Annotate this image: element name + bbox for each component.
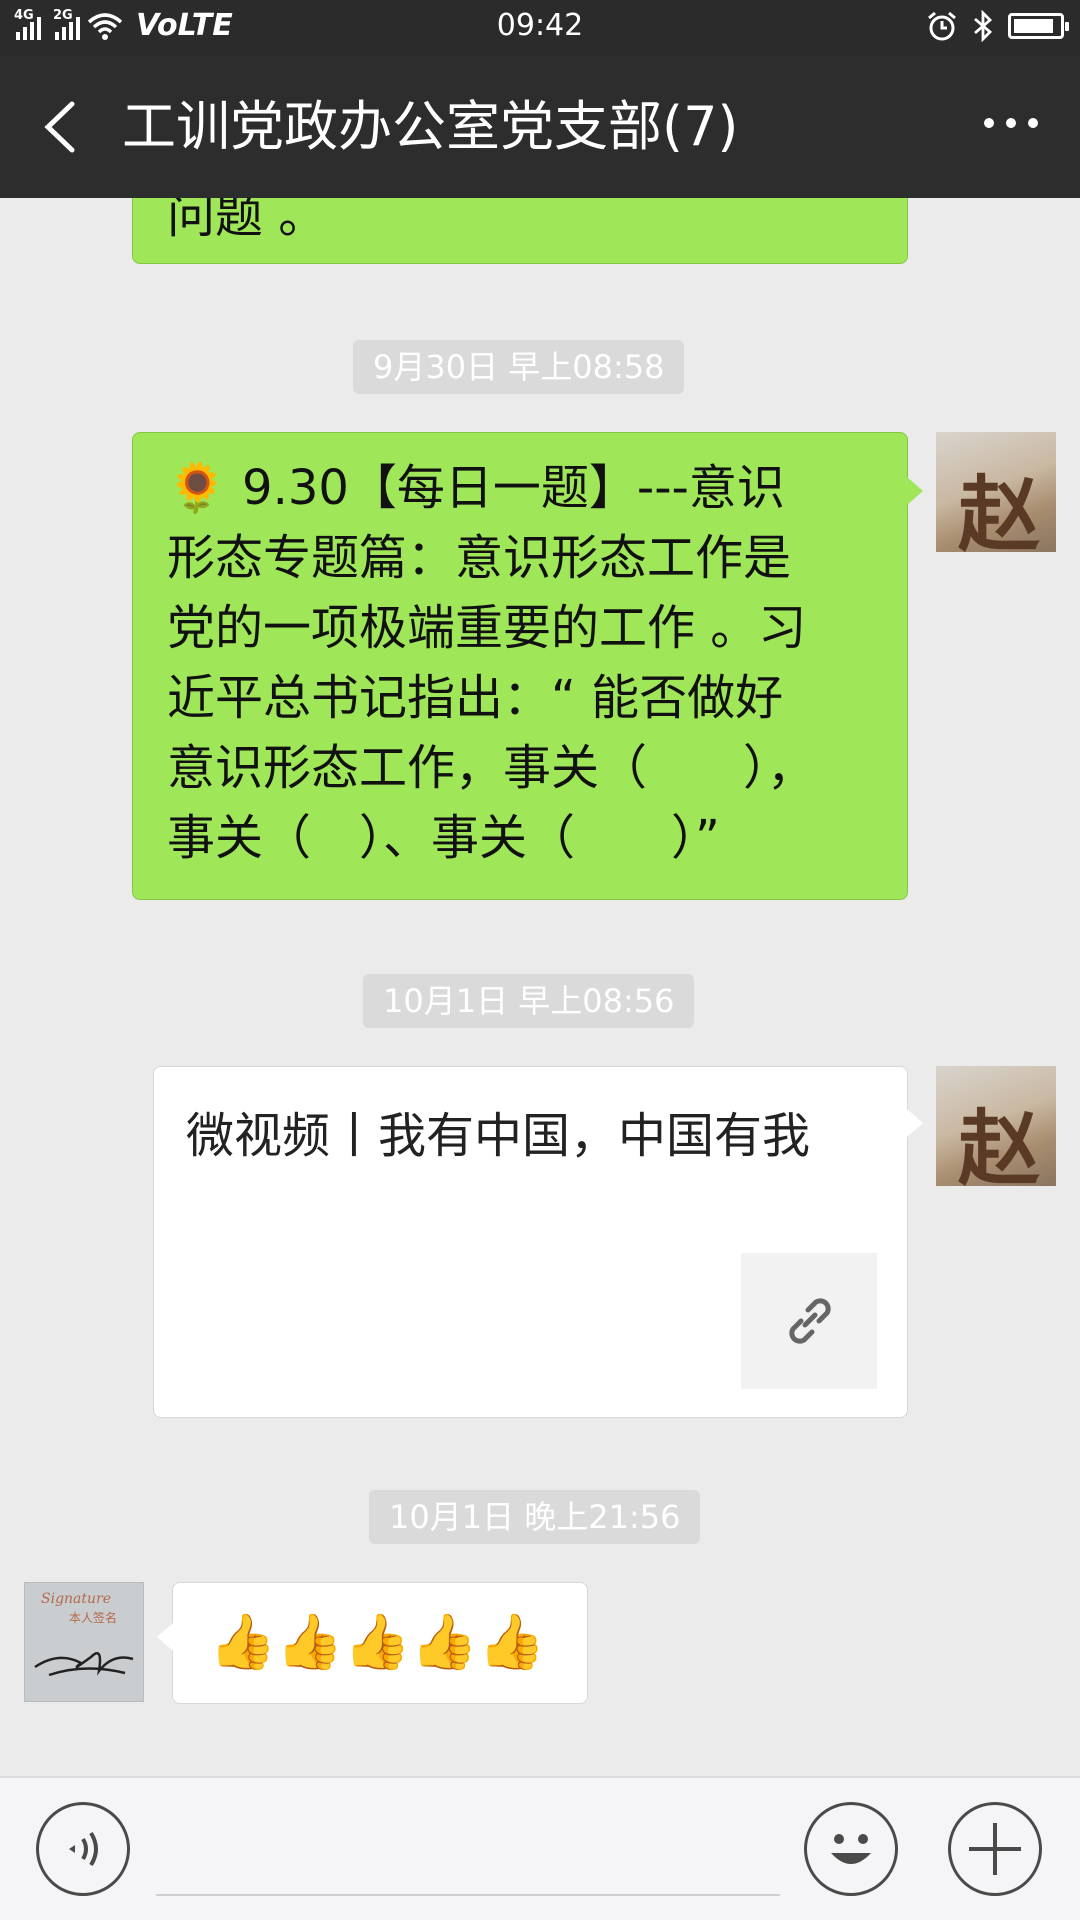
- avatar[interactable]: 赵: [936, 1066, 1056, 1186]
- more-dots-icon[interactable]: [984, 118, 1038, 128]
- plus-icon: [969, 1823, 1021, 1875]
- message-line: 意识形态工作，事关（ ），: [167, 740, 816, 796]
- timestamp: 9月30日 早上08:58: [353, 340, 685, 394]
- chat-title: 工训党政办公室党支部(7): [122, 95, 739, 158]
- link-icon: [789, 1298, 831, 1344]
- link-card[interactable]: 微视频丨我有中国，中国有我: [153, 1066, 923, 1418]
- message-line: 形态专题篇：意识形态工作是: [167, 530, 792, 586]
- alarm-icon: [928, 11, 956, 41]
- status-time: 09:42: [496, 8, 584, 43]
- plus-button[interactable]: [948, 1802, 1042, 1896]
- message-text: 问题 。: [167, 198, 327, 244]
- battery-icon: [1008, 13, 1069, 39]
- message-line: 党的一项极端重要的工作 。习: [167, 600, 807, 656]
- input-bar: [0, 1776, 1080, 1920]
- emoji-icon: [831, 1834, 871, 1864]
- message-bubble-outgoing[interactable]: 🌻 9.30【每日一题】---意识 形态专题篇：意识形态工作是 党的一项极端重要…: [132, 432, 923, 900]
- avatar-text: 赵: [958, 1101, 1041, 1186]
- bluetooth-icon: [974, 10, 993, 42]
- voice-button[interactable]: [36, 1802, 130, 1896]
- timestamp: 10月1日 早上08:56: [363, 974, 695, 1028]
- status-bar: 4G 2G VoLTE 09:42: [0, 0, 1080, 56]
- message-line: 事关（ ）、事关（ ）”: [167, 810, 720, 866]
- message-line: 近平总书记指出：“ 能否做好: [167, 670, 784, 726]
- message-bubble-incoming[interactable]: 👍👍👍👍👍: [157, 1582, 588, 1704]
- message-line: 🌻 9.30【每日一题】---意识: [167, 460, 785, 516]
- avatar-text: Signature: [41, 1591, 112, 1607]
- avatar-text: 赵: [958, 467, 1041, 552]
- avatar[interactable]: Signature 本人签名: [24, 1582, 144, 1702]
- voice-icon: [69, 1831, 98, 1867]
- link-thumbnail: [741, 1253, 877, 1389]
- status-right: [926, 10, 1069, 42]
- message-bubble-partial[interactable]: 问题 。: [132, 198, 908, 264]
- message-text: 👍👍👍👍👍: [209, 1610, 546, 1673]
- emoji-button[interactable]: [804, 1802, 898, 1896]
- message-input[interactable]: [156, 1894, 780, 1896]
- timestamp: 10月1日 晚上21:56: [369, 1490, 701, 1544]
- avatar[interactable]: 赵: [936, 432, 1056, 552]
- link-card-title: 微视频丨我有中国，中国有我: [186, 1108, 811, 1164]
- back-arrow-icon[interactable]: [36, 96, 88, 158]
- chat-area[interactable]: 问题 。 9月30日 早上08:58 🌻 9.30【每日一题】---意识 形态专…: [0, 198, 1080, 1776]
- chat-header: 工训党政办公室党支部(7): [0, 56, 1080, 198]
- signature-icon: [34, 1652, 134, 1677]
